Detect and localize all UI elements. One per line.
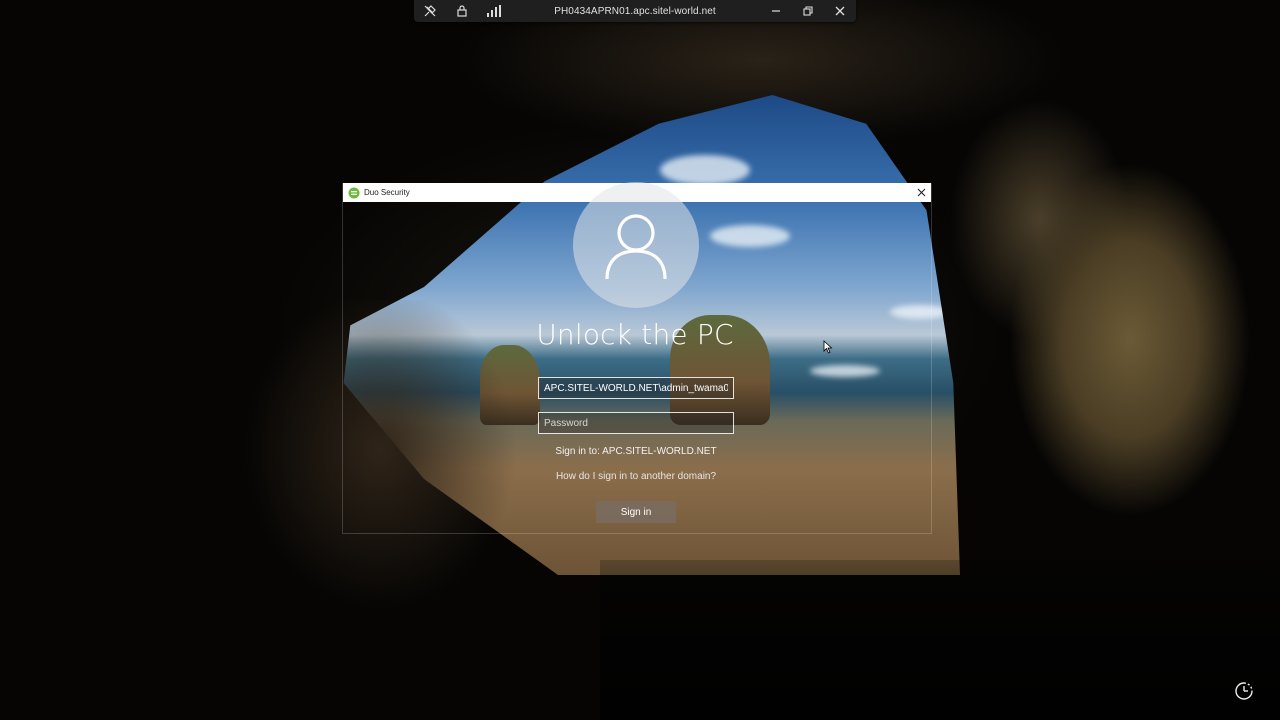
- mouse-cursor-icon: [823, 340, 833, 354]
- duo-window-title: Duo Security: [364, 188, 410, 197]
- remote-desktop-connection-bar: PH0434APRN01.apc.sitel-world.net: [414, 0, 856, 22]
- user-icon: [605, 214, 667, 280]
- password-field[interactable]: [538, 412, 734, 434]
- restore-icon[interactable]: [792, 0, 824, 22]
- other-domain-link[interactable]: How do I sign in to another domain?: [486, 471, 786, 482]
- page-title: Unlock the PC: [536, 318, 734, 351]
- user-avatar: [573, 182, 699, 308]
- signal-icon[interactable]: [478, 0, 510, 22]
- connection-title: PH0434APRN01.apc.sitel-world.net: [554, 5, 716, 17]
- unpin-icon[interactable]: [414, 0, 446, 22]
- lock-screen-background: PH0434APRN01.apc.sitel-world.net Duo Sec…: [0, 0, 1280, 720]
- sign-in-button[interactable]: Sign in: [596, 501, 676, 523]
- cave-rock-right: [900, 40, 1280, 600]
- ground-shadow: [600, 560, 1280, 720]
- ease-of-access-icon[interactable]: [1233, 680, 1255, 702]
- sign-in-domain-text: Sign in to: APC.SITEL-WORLD.NET: [555, 446, 717, 457]
- lock-icon[interactable]: [446, 0, 478, 22]
- close-icon[interactable]: [824, 0, 856, 22]
- minimize-icon[interactable]: [760, 0, 792, 22]
- duo-logo-icon: [348, 187, 360, 198]
- username-field[interactable]: [538, 377, 734, 399]
- duo-close-icon[interactable]: [911, 183, 931, 202]
